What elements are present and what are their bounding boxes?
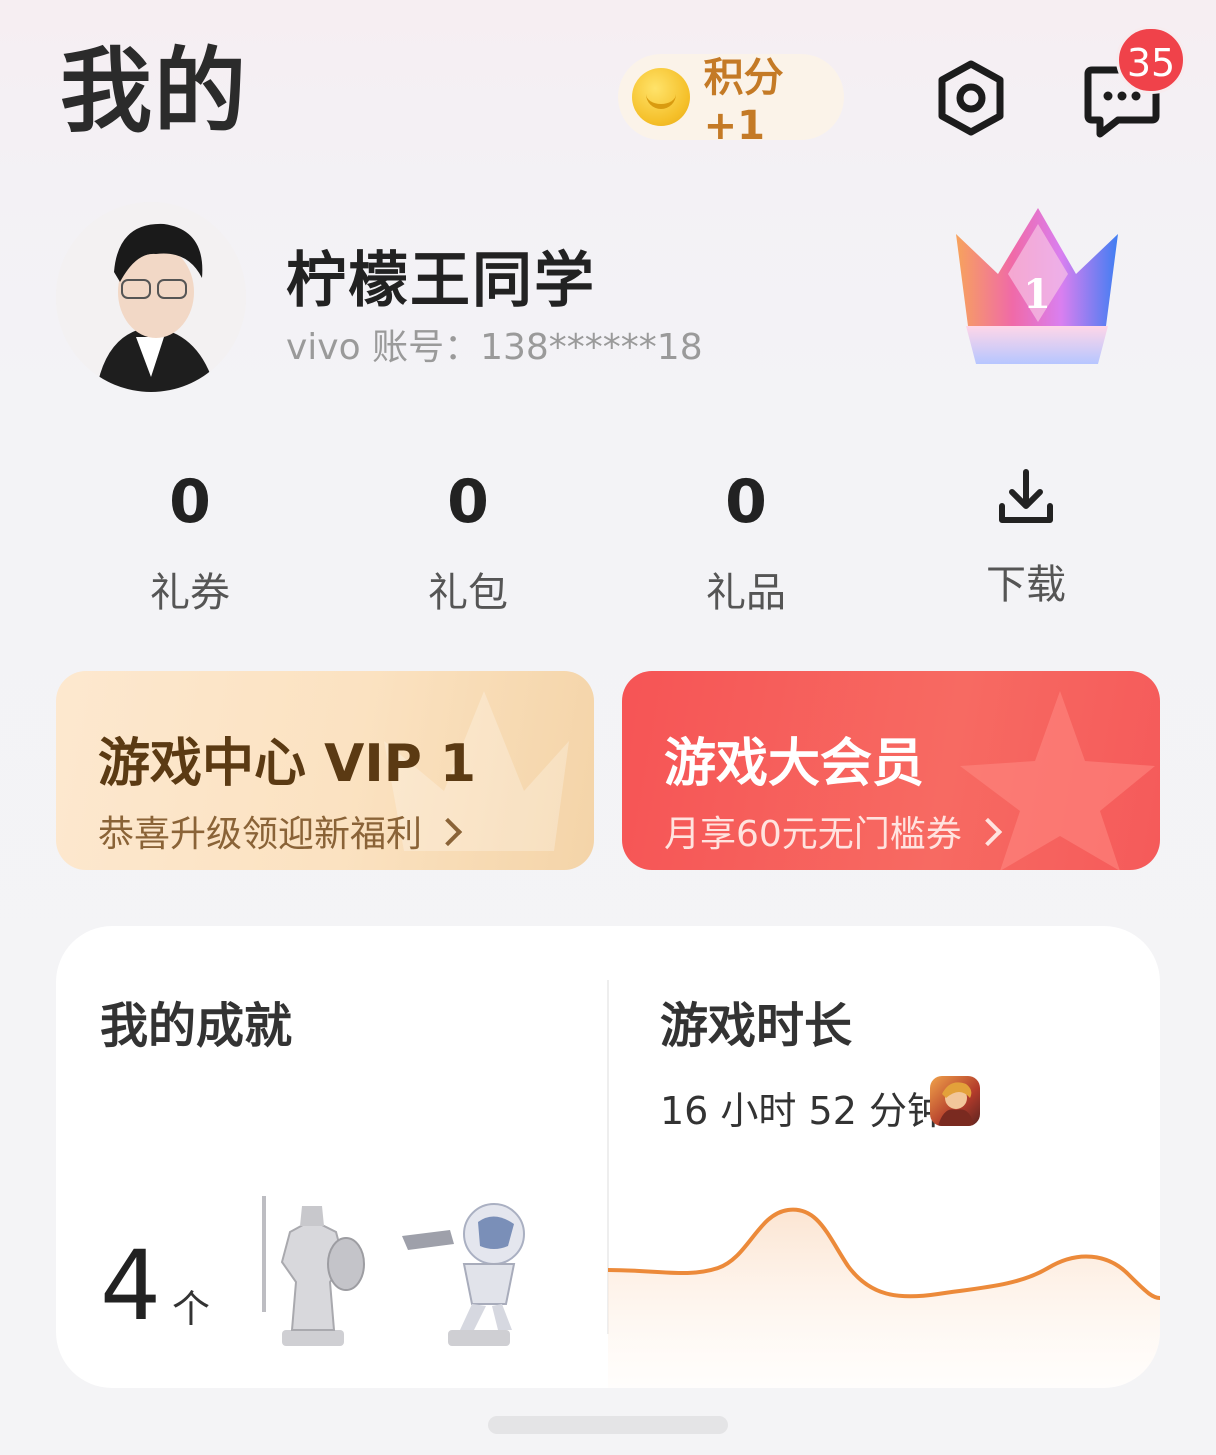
message-count-badge: 35 (1116, 26, 1186, 94)
points-label: 积分+1 (703, 55, 784, 149)
level-number: 1 (1023, 271, 1051, 318)
playtime-duration: 16 小时 52 分钟 (660, 1089, 945, 1133)
playtime-title: 游戏时长 (660, 998, 853, 1054)
stat-label: 下载 (986, 562, 1066, 608)
member-title: 游戏大会员 (664, 734, 925, 794)
playtime-trend-chart (608, 1207, 1160, 1388)
stat-value: 0 (447, 467, 489, 537)
points-button[interactable]: 积分+1 (618, 54, 844, 149)
knight-figure-icon (262, 1196, 365, 1346)
settings-button[interactable] (936, 60, 1006, 136)
scroll-indicator (488, 1416, 728, 1434)
achievements-section[interactable]: 我的成就 4 个 (56, 926, 607, 1388)
vip-subtitle-row: 恭喜升级领迎新福利 (98, 805, 463, 857)
stat-gifts[interactable]: 0 礼品 (636, 472, 856, 618)
crown-icon: 1 (956, 208, 1118, 364)
stat-label: 礼包 (428, 570, 508, 616)
game-app-icon (930, 1076, 980, 1126)
trend-area (608, 1209, 1160, 1388)
level-crown-badge[interactable]: 1 (948, 204, 1126, 370)
robot-figure-icon (402, 1203, 525, 1346)
stat-coupons[interactable]: 0 礼券 (80, 472, 300, 618)
account-id: vivo 账号：138******18 (286, 327, 703, 368)
download-icon (999, 469, 1053, 523)
page-title: 我的 (60, 38, 249, 145)
download-button[interactable]: 下载 (916, 466, 1136, 610)
chevron-right-icon (433, 817, 463, 847)
stat-gift-packs[interactable]: 0 礼包 (358, 472, 578, 618)
member-subtitle: 月享60元无门槛券 (664, 814, 962, 855)
vip-card[interactable]: 游戏中心 VIP 1 恭喜升级领迎新福利 (56, 671, 594, 870)
chevron-right-icon (973, 817, 1002, 847)
avatar[interactable] (56, 202, 246, 392)
stats-panel: 我的成就 4 个 游戏时长 16 小时 52 分钟 (56, 926, 1160, 1388)
achievement-unit: 个 (172, 1287, 211, 1331)
avatar-image (56, 202, 246, 392)
coin-icon (632, 68, 690, 126)
stat-label: 礼券 (150, 570, 230, 616)
stat-value: 0 (725, 467, 767, 537)
achievement-count: 4 (100, 1230, 162, 1342)
vip-subtitle: 恭喜升级领迎新福利 (98, 814, 423, 855)
vip-title: 游戏中心 VIP 1 (98, 734, 477, 794)
member-subtitle-row: 月享60元无门槛券 (664, 805, 1002, 857)
settings-icon (938, 60, 1004, 136)
user-name[interactable]: 柠檬王同学 (286, 232, 596, 319)
stat-value: 0 (169, 467, 211, 537)
stat-label: 礼品 (706, 570, 786, 616)
achievements-title: 我的成就 (100, 998, 293, 1054)
member-card[interactable]: 游戏大会员 月享60元无门槛券 (622, 671, 1160, 870)
